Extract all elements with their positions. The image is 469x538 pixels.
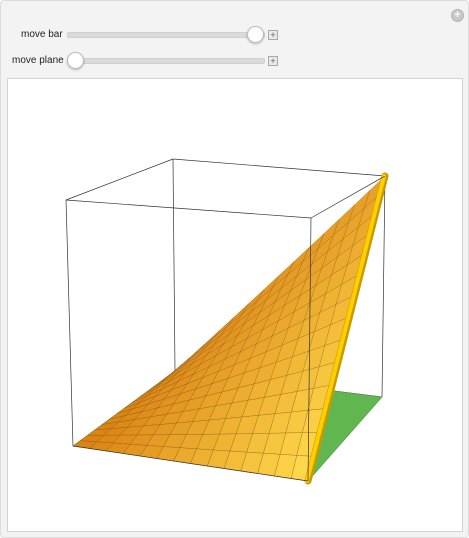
move-plane-slider[interactable] bbox=[67, 58, 265, 64]
box-edge bbox=[381, 175, 386, 398]
move-bar-plus-icon[interactable]: + bbox=[268, 30, 278, 40]
move-bar-slider-thumb[interactable] bbox=[247, 26, 264, 43]
plot-view[interactable] bbox=[7, 78, 463, 532]
box-edge bbox=[172, 158, 176, 372]
3d-plot[interactable] bbox=[8, 79, 462, 531]
move-plane-label: move plane bbox=[12, 55, 64, 66]
box-edge bbox=[65, 158, 174, 201]
move-plane-slider-thumb[interactable] bbox=[67, 52, 84, 69]
box-edge bbox=[172, 158, 386, 177]
manipulate-panel: + move bar + move plane + bbox=[0, 0, 469, 538]
box-edge bbox=[65, 199, 312, 219]
move-bar-slider[interactable] bbox=[67, 32, 265, 38]
box-edge bbox=[65, 199, 74, 447]
move-bar-label: move bar bbox=[21, 29, 63, 40]
move-plane-plus-icon[interactable]: + bbox=[268, 56, 278, 66]
add-icon[interactable]: + bbox=[451, 9, 464, 22]
